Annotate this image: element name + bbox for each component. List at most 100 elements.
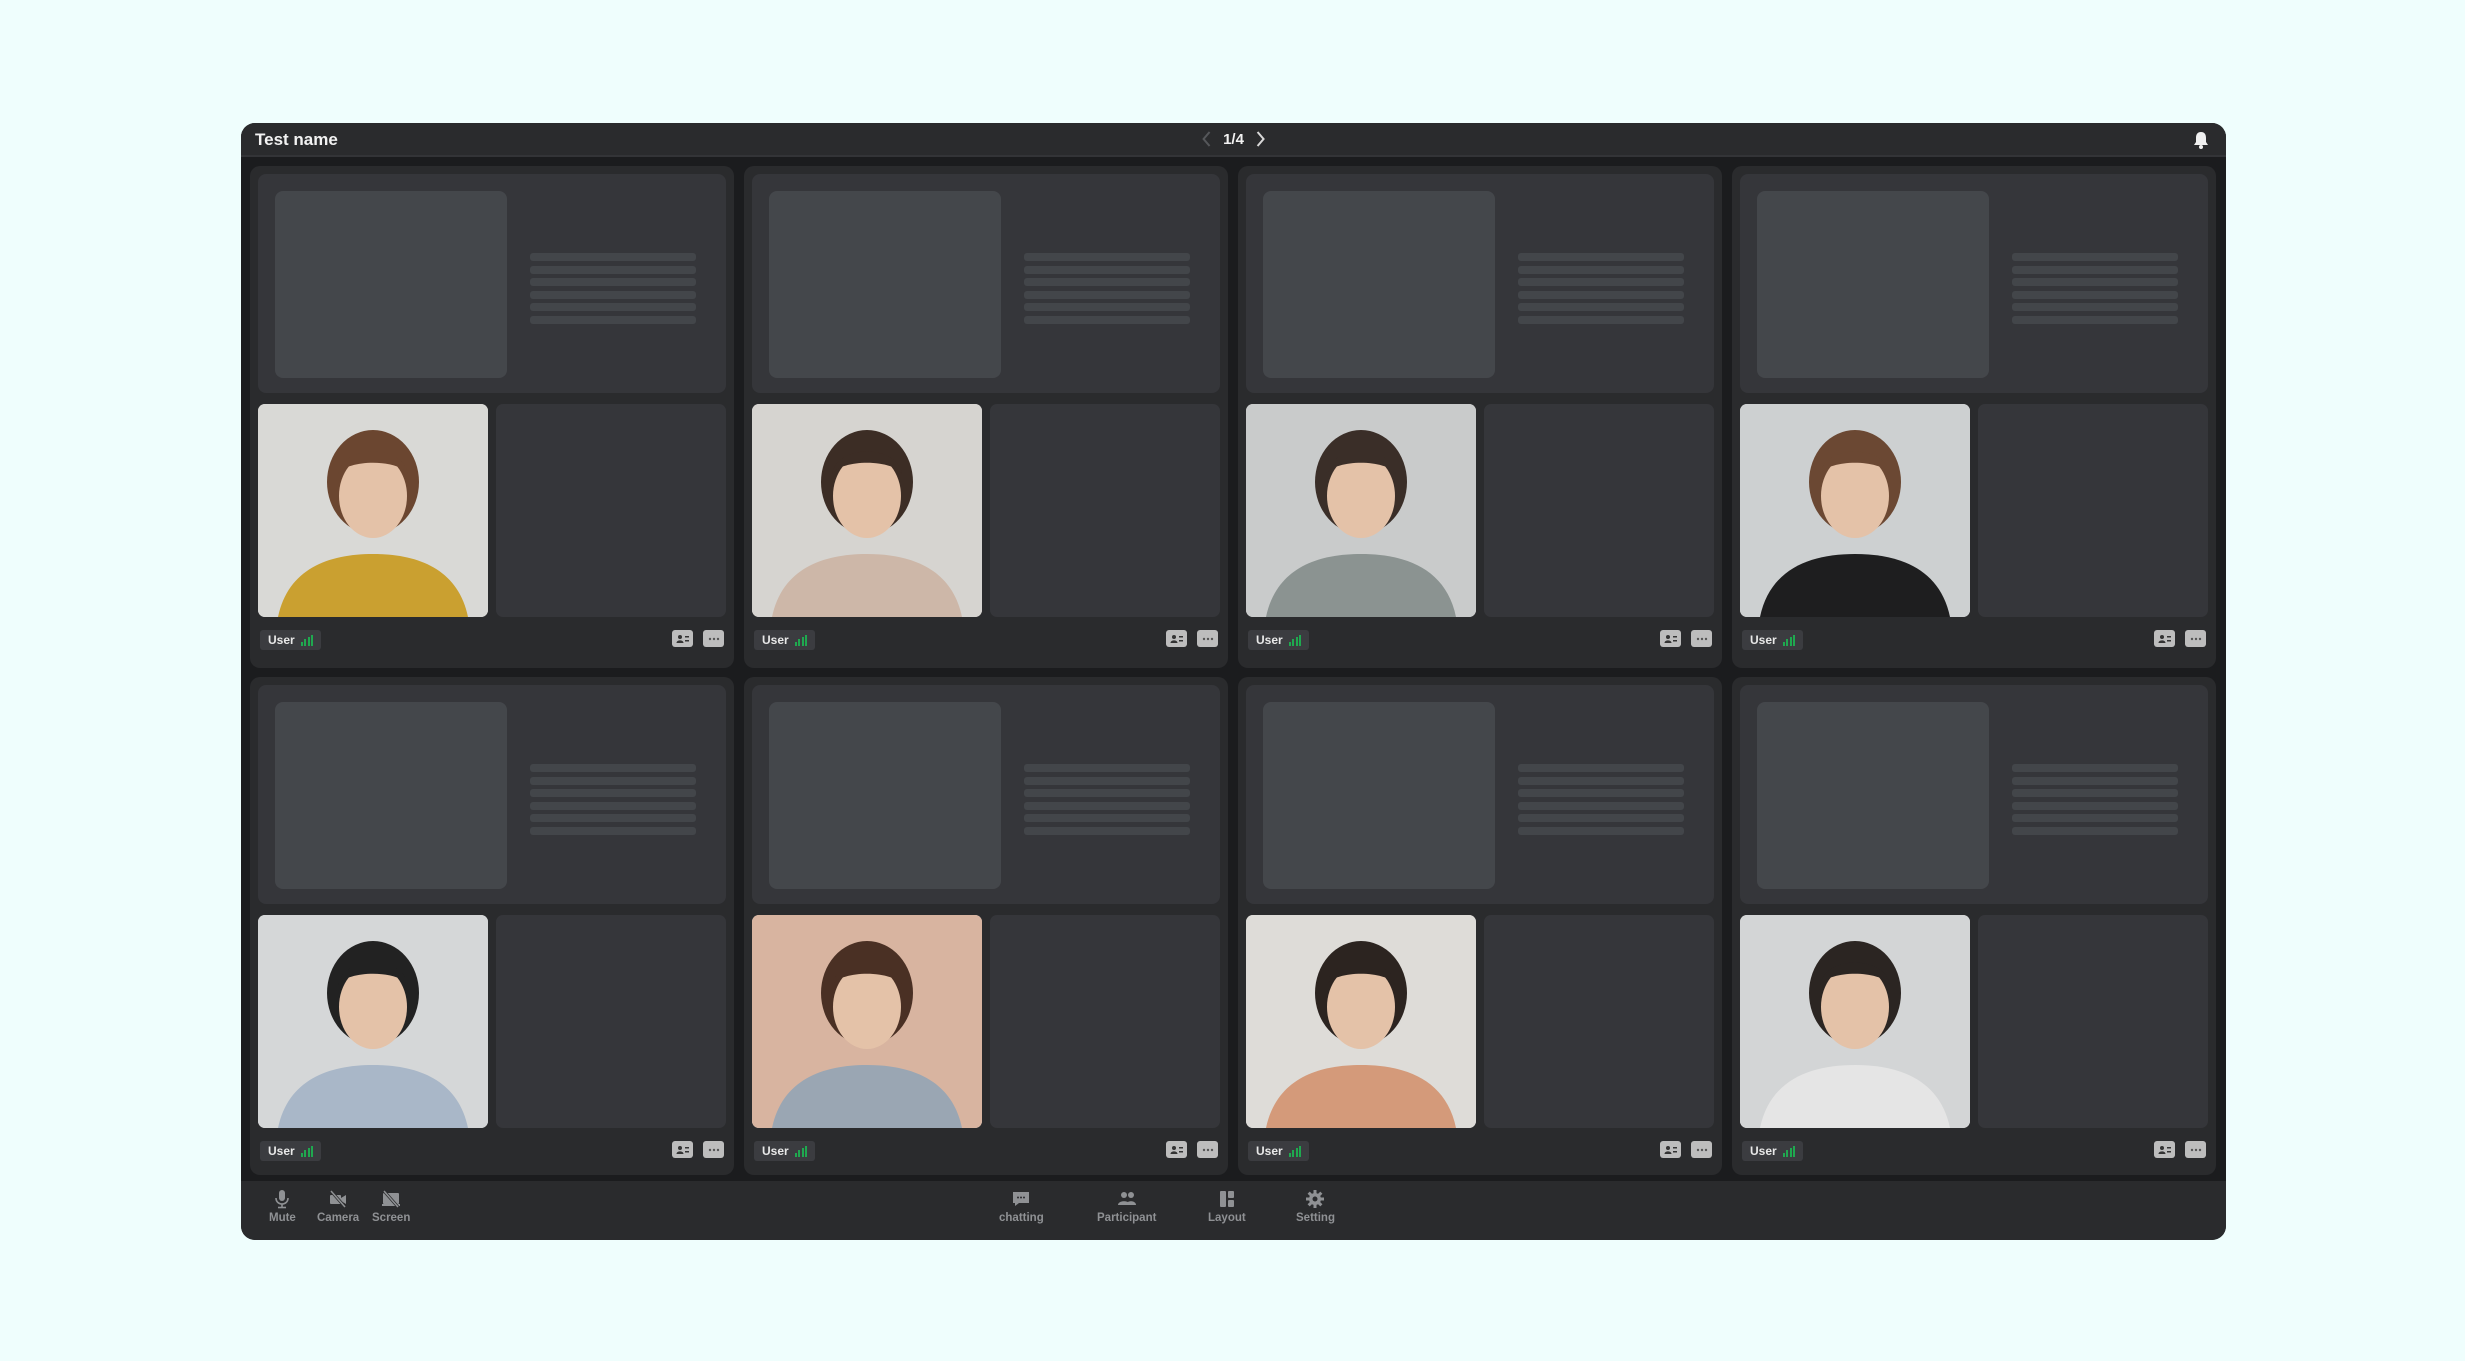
participant-side-placeholder	[1978, 404, 2208, 617]
participant-video[interactable]	[258, 404, 488, 617]
participant-tile: User	[744, 166, 1228, 668]
participant-video[interactable]	[258, 915, 488, 1128]
meeting-title: Test name	[255, 130, 338, 149]
participant-name-badge: User	[1248, 1141, 1310, 1161]
contact-card-icon[interactable]	[1166, 630, 1187, 647]
participant-label: Participant	[1097, 1212, 1157, 1224]
participant-video[interactable]	[752, 404, 982, 617]
shared-screen-placeholder	[752, 174, 1220, 393]
shared-screen-text-placeholder	[1518, 253, 1684, 328]
participant-name: User	[762, 633, 789, 647]
signal-strength-icon	[300, 634, 314, 646]
participant-name-badge: User	[1742, 630, 1804, 650]
participant-tile: User	[250, 166, 734, 668]
shared-screen-image-placeholder	[1263, 702, 1495, 889]
participant-side-placeholder	[496, 404, 726, 617]
chevron-left-icon[interactable]	[1197, 128, 1215, 150]
participant-photo	[1740, 915, 1970, 1128]
participant-tile: User	[744, 677, 1228, 1175]
shared-screen-placeholder	[1740, 174, 2208, 393]
contact-card-icon[interactable]	[1660, 630, 1681, 647]
tile-actions	[672, 630, 724, 647]
participant-name-badge: User	[1248, 630, 1310, 650]
camera-label: Camera	[317, 1212, 360, 1224]
chat-bubble-icon[interactable]	[1197, 1141, 1218, 1158]
chat-bubble-icon[interactable]	[1691, 1141, 1712, 1158]
setting-button[interactable]: Setting	[1296, 1189, 1335, 1224]
contact-card-icon[interactable]	[1660, 1141, 1681, 1158]
shared-screen-text-placeholder	[1518, 764, 1684, 839]
participant-photo	[752, 404, 982, 617]
participant-name: User	[1256, 633, 1283, 647]
shared-screen-image-placeholder	[1757, 702, 1989, 889]
participant-name-badge: User	[754, 1141, 816, 1161]
camera-off-icon	[329, 1190, 347, 1208]
chat-bubble-icon[interactable]	[703, 1141, 724, 1158]
shared-screen-placeholder	[1246, 174, 1714, 393]
participant-name: User	[268, 1144, 295, 1158]
shared-screen-text-placeholder	[530, 253, 696, 328]
shared-screen-placeholder	[258, 685, 726, 904]
contact-card-icon[interactable]	[2154, 1141, 2175, 1158]
layout-button[interactable]: Layout	[1208, 1189, 1246, 1224]
participant-photo	[258, 404, 488, 617]
shared-screen-image-placeholder	[769, 191, 1001, 378]
signal-strength-icon	[1288, 634, 1302, 646]
screen-label: Screen	[372, 1212, 411, 1224]
shared-screen-text-placeholder	[1024, 764, 1190, 839]
participant-name: User	[762, 1144, 789, 1158]
participant-name: User	[1750, 633, 1777, 647]
chat-bubble-icon[interactable]	[2185, 1141, 2206, 1158]
bell-icon[interactable]	[2190, 129, 2212, 151]
signal-strength-icon	[794, 1145, 808, 1157]
contact-card-icon[interactable]	[2154, 630, 2175, 647]
chat-bubble-icon[interactable]	[1691, 630, 1712, 647]
screen-share-off-icon	[382, 1190, 401, 1208]
participant-name-badge: User	[754, 630, 816, 650]
shared-screen-placeholder	[1740, 685, 2208, 904]
shared-screen-image-placeholder	[769, 702, 1001, 889]
participant-side-placeholder	[990, 915, 1220, 1128]
contact-card-icon[interactable]	[1166, 1141, 1187, 1158]
camera-button[interactable]: Camera	[317, 1189, 359, 1224]
meeting-window: Test name 1/4 User User User User User U…	[241, 123, 2226, 1240]
chatting-button[interactable]: chatting	[999, 1189, 1044, 1224]
participant-side-placeholder	[1978, 915, 2208, 1128]
chat-bubble-icon[interactable]	[2185, 630, 2206, 647]
participant-video[interactable]	[1740, 404, 1970, 617]
shared-screen-text-placeholder	[2012, 764, 2178, 839]
participant-button[interactable]: Participant	[1097, 1189, 1156, 1224]
participant-name: User	[1256, 1144, 1283, 1158]
chat-bubble-icon[interactable]	[1197, 630, 1218, 647]
participant-name-badge: User	[260, 630, 322, 650]
participant-photo	[1246, 404, 1476, 617]
page-navigator: 1/4	[1197, 128, 1270, 150]
signal-strength-icon	[794, 634, 808, 646]
signal-strength-icon	[1782, 1145, 1796, 1157]
chevron-right-icon[interactable]	[1252, 128, 1270, 150]
participant-tile: User	[250, 677, 734, 1175]
signal-strength-icon	[1288, 1145, 1302, 1157]
chat-bubble-icon[interactable]	[703, 630, 724, 647]
participant-tile: User	[1238, 677, 1722, 1175]
screen-button[interactable]: Screen	[372, 1189, 410, 1224]
mute-button[interactable]: Mute	[269, 1189, 296, 1224]
tile-actions	[2154, 630, 2206, 647]
participant-side-placeholder	[1484, 404, 1714, 617]
shared-screen-image-placeholder	[1757, 191, 1989, 378]
participant-video[interactable]	[1740, 915, 1970, 1128]
participant-tile: User	[1238, 166, 1722, 668]
contact-card-icon[interactable]	[672, 630, 693, 647]
shared-screen-image-placeholder	[275, 702, 507, 889]
participant-video[interactable]	[752, 915, 982, 1128]
participant-video[interactable]	[1246, 404, 1476, 617]
shared-screen-text-placeholder	[1024, 253, 1190, 328]
signal-strength-icon	[300, 1145, 314, 1157]
gear-icon	[1306, 1190, 1325, 1208]
participant-video[interactable]	[1246, 915, 1476, 1128]
contact-card-icon[interactable]	[672, 1141, 693, 1158]
mute-label: Mute	[269, 1212, 296, 1224]
participant-side-placeholder	[990, 404, 1220, 617]
participant-name-badge: User	[260, 1141, 322, 1161]
layout-icon	[1219, 1191, 1234, 1207]
